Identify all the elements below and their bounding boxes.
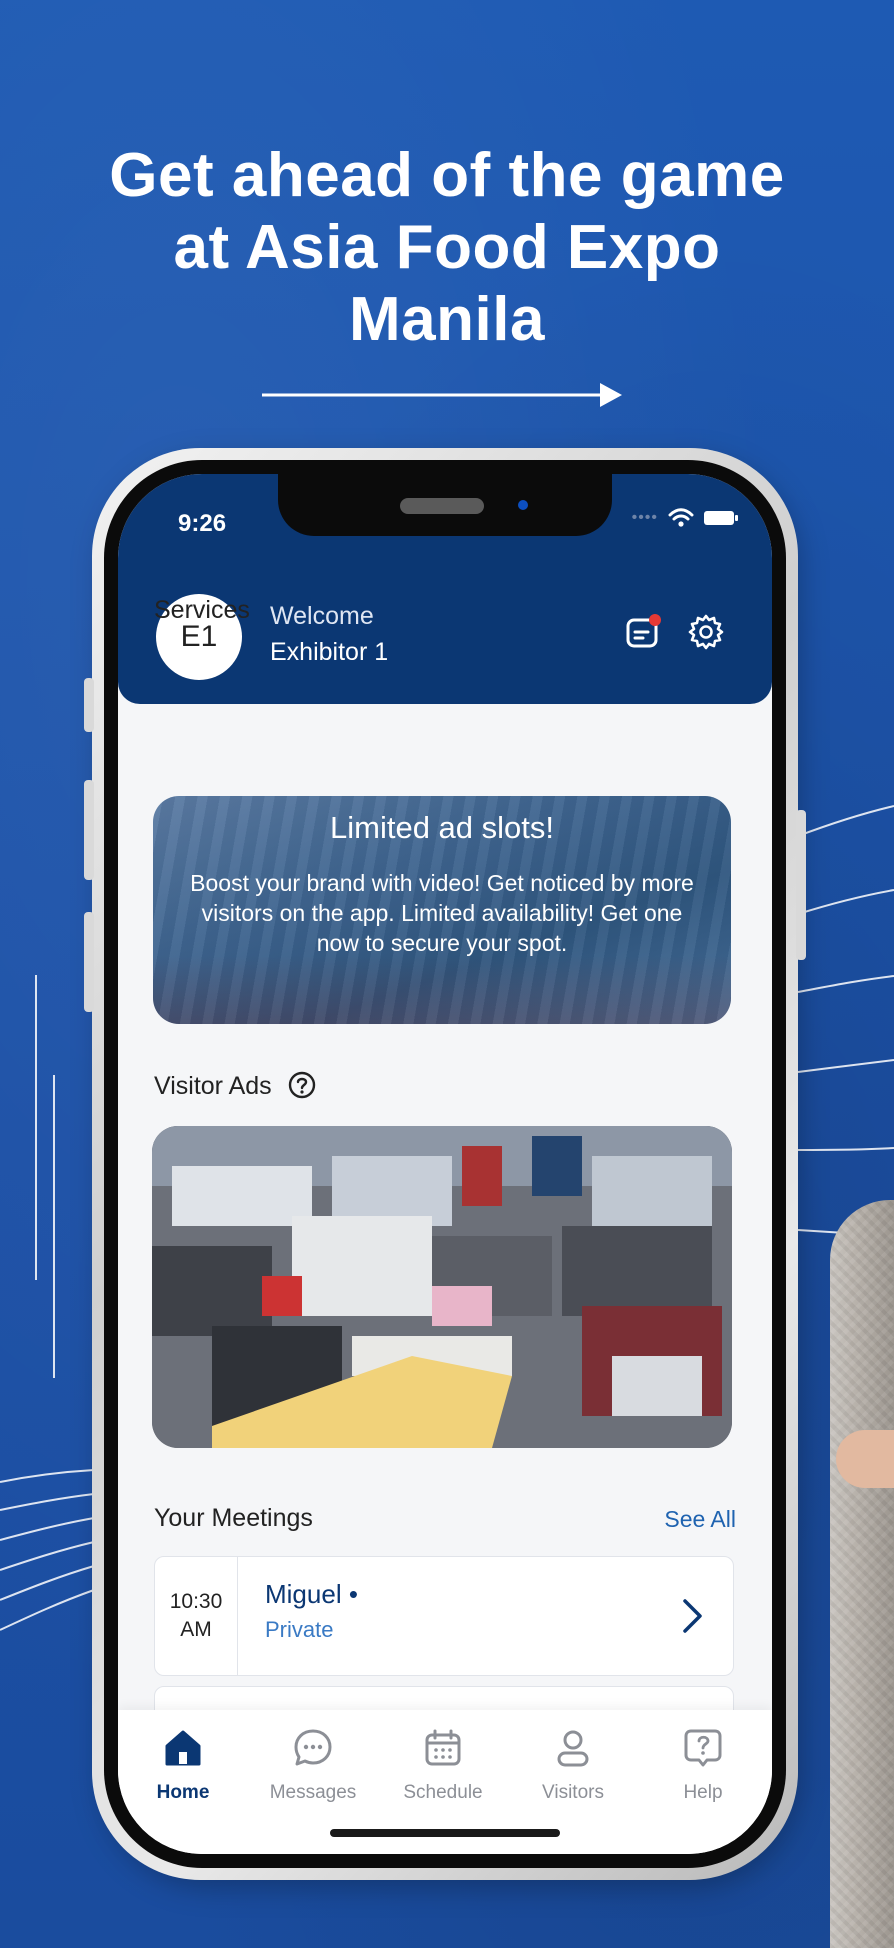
services-title: Services (154, 596, 250, 624)
tab-visitors[interactable]: Visitors (508, 1726, 638, 1804)
expo-hall-photo (152, 1126, 732, 1448)
phone-volume-down (84, 912, 94, 1012)
tab-help-label: Help (683, 1782, 723, 1803)
signal-icon: •••• (631, 509, 658, 526)
phone-notch (278, 474, 612, 536)
home-icon (165, 1730, 201, 1766)
meeting-type: Private (265, 1617, 334, 1642)
phone-volume-up (84, 780, 94, 880)
ad-title: Limited ad slots! (330, 810, 554, 845)
headline-line-2: at Asia Food Expo (173, 213, 721, 282)
tab-home-label: Home (156, 1782, 210, 1803)
calendar-icon (425, 1729, 461, 1766)
meeting-time: 10:30 AM (155, 1557, 238, 1675)
help-circle-icon[interactable] (287, 1070, 317, 1100)
wifi-icon (668, 508, 694, 527)
ad-body: Boost your brand with video! Get noticed… (190, 870, 694, 956)
meetings-title: Your Meetings (154, 1504, 313, 1532)
phone-mute-switch (84, 678, 94, 732)
ad-banner[interactable]: Limited ad slots! Boost your brand with … (153, 796, 731, 1024)
tab-schedule-label: Schedule (403, 1782, 483, 1803)
meeting-time-hour: 10:30 (169, 1590, 223, 1613)
meeting-card[interactable]: 10:30 AM Miguel • Private (154, 1556, 734, 1676)
meeting-name: Miguel • (265, 1579, 358, 1609)
tab-messages[interactable]: Messages (248, 1726, 378, 1804)
battery-icon (704, 511, 738, 525)
headline-line-1: Get ahead of the game (109, 141, 785, 210)
home-indicator[interactable] (330, 1829, 560, 1837)
help-icon (684, 1729, 722, 1767)
tab-help[interactable]: Help (638, 1726, 768, 1804)
headline-line-3: Manila (349, 285, 545, 354)
front-camera (518, 500, 528, 510)
phone-power-button (796, 810, 806, 960)
person-icon (557, 1730, 589, 1767)
visitor-ads-title: Visitor Ads (154, 1070, 317, 1101)
presenter-figure (830, 1200, 894, 1948)
settings-gear-icon[interactable] (686, 612, 726, 652)
tab-messages-label: Messages (269, 1782, 357, 1803)
app-screen: 9:26 •••• E1 Welcome Exhibitor 1 Service… (118, 474, 772, 1854)
status-time: 9:26 (178, 510, 227, 537)
promo-headline: Get ahead of the game at Asia Food Expo … (40, 140, 854, 356)
welcome-label: Welcome (270, 602, 374, 630)
tab-schedule[interactable]: Schedule (378, 1726, 508, 1804)
chat-bubble-icon (294, 1729, 332, 1766)
tab-visitors-label: Visitors (542, 1782, 604, 1803)
status-icons: •••• (631, 508, 738, 528)
arrow-right-icon (262, 383, 622, 407)
visitor-ads-label: Visitor Ads (154, 1072, 272, 1100)
speaker-grille (400, 498, 484, 514)
visitor-ad-image[interactable] (152, 1126, 732, 1448)
meeting-time-period: AM (180, 1618, 212, 1641)
chevron-right-icon[interactable] (681, 1597, 705, 1635)
see-all-link[interactable]: See All (664, 1506, 736, 1533)
user-name: Exhibitor 1 (270, 638, 389, 666)
notifications-icon[interactable] (624, 612, 664, 652)
tab-home[interactable]: Home (118, 1726, 248, 1804)
presenter-hand (836, 1430, 894, 1488)
